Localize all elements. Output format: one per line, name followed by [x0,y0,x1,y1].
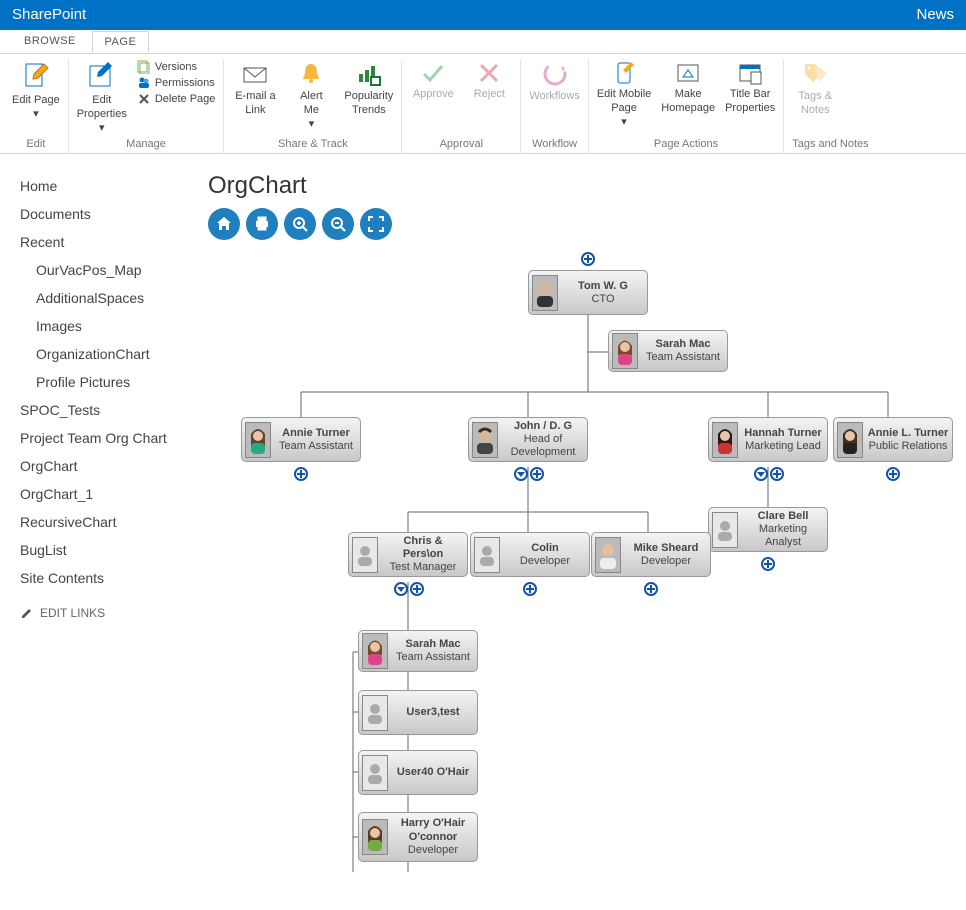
ribbon-group-edit-label: Edit [12,135,60,153]
nav-recent-item[interactable]: AdditionalSpaces [20,284,190,312]
edit-mobile-page-button[interactable]: Edit Mobile Page▾ [597,60,651,129]
nav-item[interactable]: Site Contents [20,564,190,592]
quick-launch-nav: Home Documents Recent OurVacPos_Map Addi… [0,154,200,910]
ribbon-group-edit: Edit Page▾ Edit [4,60,69,153]
alert-me-button[interactable]: Alert Me▾ [288,60,334,131]
avatar [837,422,863,458]
page-title: OrgChart [208,172,958,200]
ribbon-group-sharetrack-label: Share & Track [232,135,393,153]
ribbon-group-sharetrack: E-mail a Link Alert Me▾ Popularity Trend… [224,60,402,153]
permissions-button[interactable]: Permissions [137,76,215,90]
global-nav: SharePoint News [0,0,966,30]
avatar [362,819,388,855]
avatar [612,333,638,369]
ribbon-group-pageactions-label: Page Actions [597,135,775,153]
zoom-in-button[interactable] [284,208,316,240]
reject-button[interactable]: Reject [466,60,512,102]
approve-button[interactable]: Approve [410,60,456,102]
avatar [712,422,738,458]
orgchart-canvas[interactable]: Tom W. GCTO Sarah MacTeam Assistant Anni… [208,252,958,892]
nav-recent-item[interactable]: Images [20,312,190,340]
avatar [472,422,498,458]
org-node-annie[interactable]: Annie TurnerTeam Assistant [241,417,361,462]
avatar [532,275,558,311]
tags-notes-button[interactable]: Tags & Notes [792,60,838,118]
newsfeed-link[interactable]: News [916,0,954,30]
nav-documents[interactable]: Documents [20,200,190,228]
avatar-placeholder [474,537,500,573]
nav-recent-item[interactable]: Profile Pictures [20,368,190,396]
org-node-user40[interactable]: User40 O'Hair [358,750,478,795]
org-node-sarah1[interactable]: Sarah MacTeam Assistant [608,330,728,372]
ribbon-tabs: BROWSE PAGE [0,30,966,54]
org-node-chris[interactable]: Chris & Pers\onTest Manager [348,532,468,577]
email-link-button[interactable]: E-mail a Link [232,60,278,118]
zoom-out-button[interactable] [322,208,354,240]
nav-recent-item[interactable]: OrganizationChart [20,340,190,368]
tab-browse[interactable]: BROWSE [12,31,88,51]
avatar-placeholder [352,537,378,573]
edit-links-button[interactable]: EDIT LINKS [20,606,190,620]
popularity-trends-button[interactable]: Popularity Trends [344,60,393,118]
make-homepage-button[interactable]: Make Homepage [661,60,715,116]
org-node-sarah2[interactable]: Sarah MacTeam Assistant [358,630,478,672]
pencil-icon [20,606,34,620]
ribbon-group-manage-label: Manage [77,135,216,153]
brand-label[interactable]: SharePoint [12,0,86,30]
ribbon-group-manage: Edit Properties▾ Versions Permissions De… [69,60,225,153]
title-bar-properties-button[interactable]: Title Bar Properties [725,60,775,116]
zoom-out-icon [329,215,347,233]
expand-icon [367,215,385,233]
nav-item[interactable]: OrgChart_1 [20,480,190,508]
nav-recent-item[interactable]: OurVacPos_Map [20,256,190,284]
nav-recent[interactable]: Recent [20,228,190,256]
org-node-hannah[interactable]: Hannah TurnerMarketing Lead [708,417,828,462]
org-node-harry[interactable]: Harry O'Hair O'connorDeveloper [358,812,478,862]
org-node-mike[interactable]: Mike SheardDeveloper [591,532,711,577]
org-node-tom[interactable]: Tom W. GCTO [528,270,648,315]
print-button[interactable] [246,208,278,240]
delete-page-button[interactable]: Delete Page [137,92,216,106]
print-icon [253,215,271,233]
nav-home[interactable]: Home [20,172,190,200]
avatar-placeholder [712,512,738,548]
workflows-button[interactable]: Workflows [529,60,580,104]
avatar [245,422,271,458]
avatar-placeholder [362,695,388,731]
nav-item[interactable]: Project Team Org Chart [20,424,190,452]
nav-item[interactable]: SPOC_Tests [20,396,190,424]
orgchart-toolbar [208,208,958,240]
ribbon-group-workflow: Workflows Workflow [521,60,589,153]
edit-properties-button[interactable]: Edit Properties▾ [77,60,127,135]
org-node-john[interactable]: John / D. GHead of Development [468,417,588,462]
ribbon-group-approval: Approve Reject Approval [402,60,521,153]
home-icon [215,215,233,233]
edit-page-button[interactable]: Edit Page▾ [12,60,60,122]
org-node-user3[interactable]: User3,test [358,690,478,735]
ribbon-group-workflow-label: Workflow [529,135,580,153]
tab-page[interactable]: PAGE [92,31,150,53]
org-node-clare[interactable]: Clare BellMarketing Analyst [708,507,828,552]
nav-item[interactable]: BugList [20,536,190,564]
ribbon: Edit Page▾ Edit Edit Properties▾ Version… [0,54,966,154]
ribbon-group-pageactions: Edit Mobile Page▾ Make Homepage Title Ba… [589,60,784,153]
home-button[interactable] [208,208,240,240]
fullscreen-button[interactable] [360,208,392,240]
org-node-anniel[interactable]: Annie L. TurnerPublic Relations [833,417,953,462]
avatar-placeholder [362,755,388,791]
org-node-colin[interactable]: ColinDeveloper [470,532,590,577]
versions-button[interactable]: Versions [137,60,197,74]
avatar [362,633,388,669]
ribbon-group-tagsnotes-label: Tags and Notes [792,135,868,153]
avatar [595,537,621,573]
nav-item[interactable]: RecursiveChart [20,508,190,536]
zoom-in-icon [291,215,309,233]
ribbon-group-tagsnotes: Tags & Notes Tags and Notes [784,60,876,153]
nav-item[interactable]: OrgChart [20,452,190,480]
ribbon-group-approval-label: Approval [410,135,512,153]
